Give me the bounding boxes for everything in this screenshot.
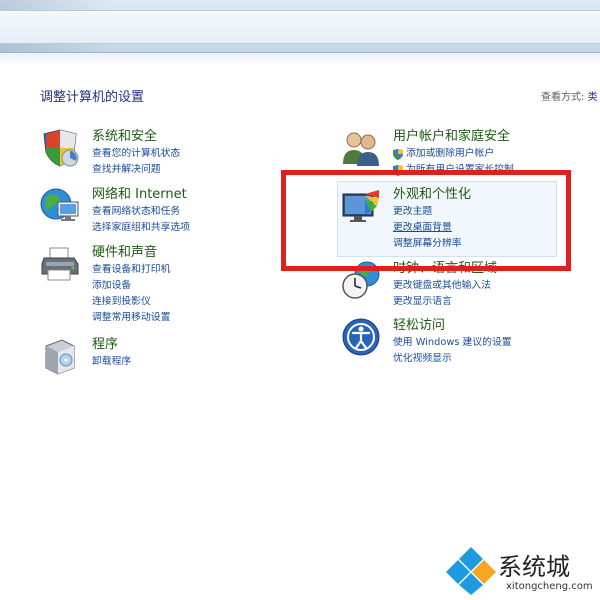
category-title-ease[interactable]: 轻松访问 <box>393 317 583 335</box>
link-add-remove-accounts[interactable]: 添加或删除用户帐户 <box>393 146 583 162</box>
view-by-value[interactable]: 类 <box>588 92 598 103</box>
watermark-url: xitongcheng.com <box>506 581 593 592</box>
programs-box-icon[interactable] <box>40 336 80 376</box>
category-title-network[interactable]: 网络和 Internet <box>92 186 282 204</box>
link-network-status[interactable]: 查看网络状态和任务 <box>92 204 282 220</box>
link-optimize-visual-display[interactable]: 优化视频显示 <box>393 351 583 367</box>
link-change-keyboard-input[interactable]: 更改键盘或其他输入法 <box>393 278 583 294</box>
link-find-fix-problems[interactable]: 查找并解决问题 <box>92 162 282 178</box>
page-title: 调整计算机的设置 <box>40 90 145 105</box>
category-title-programs[interactable]: 程序 <box>92 336 282 354</box>
link-devices-printers[interactable]: 查看设备和打印机 <box>92 262 282 278</box>
shield-flag-icon[interactable] <box>40 128 80 168</box>
link-view-computer-status[interactable]: 查看您的计算机状态 <box>92 146 282 162</box>
globe-network-icon[interactable] <box>40 186 80 226</box>
link-homegroup-sharing[interactable]: 选择家庭组和共享选项 <box>92 220 282 236</box>
view-by-control[interactable]: 查看方式: 类 <box>541 88 598 103</box>
category-title-system[interactable]: 系统和安全 <box>92 128 282 146</box>
content-top-border <box>0 52 600 65</box>
category-title-hardware[interactable]: 硬件和声音 <box>92 244 282 262</box>
link-connect-projector[interactable]: 连接到投影仪 <box>92 294 282 310</box>
link-mobility-settings[interactable]: 调整常用移动设置 <box>92 310 282 326</box>
users-icon[interactable] <box>341 128 381 168</box>
window-title-bar <box>0 0 600 52</box>
watermark-logo-icon <box>446 547 496 595</box>
view-by-label: 查看方式: <box>541 92 585 103</box>
uac-shield-icon <box>393 148 403 160</box>
link-uninstall-program[interactable]: 卸载程序 <box>92 354 282 370</box>
ease-of-access-icon[interactable] <box>341 317 381 357</box>
category-title-users[interactable]: 用户帐户和家庭安全 <box>393 128 583 146</box>
red-annotation-box <box>281 170 571 271</box>
link-recommended-settings[interactable]: 使用 Windows 建议的设置 <box>393 335 583 351</box>
watermark-text: 系统城 <box>498 553 570 581</box>
address-bar-area <box>0 10 600 44</box>
watermark: 系统城 xitongcheng.com <box>446 543 600 600</box>
link-add-remove-accounts-label: 添加或删除用户帐户 <box>406 148 495 159</box>
link-add-device[interactable]: 添加设备 <box>92 278 282 294</box>
link-change-display-language[interactable]: 更改显示语言 <box>393 294 583 310</box>
printer-icon[interactable] <box>40 244 80 284</box>
